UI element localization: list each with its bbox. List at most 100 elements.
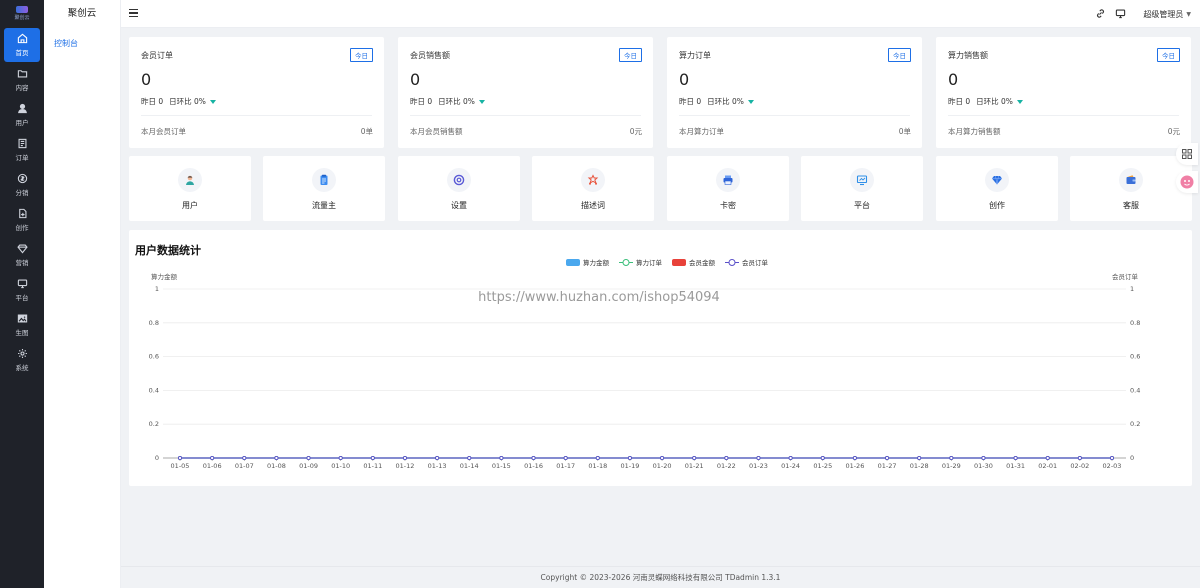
rail-item-2[interactable]: 用户: [4, 98, 40, 132]
link-icon[interactable]: [1095, 8, 1106, 19]
x-tick-label: 01-16: [524, 462, 543, 470]
printer-icon: [716, 168, 740, 192]
tile-label: 描述词: [581, 201, 605, 210]
legend-label: 算力金额: [583, 258, 610, 267]
series-point: [692, 455, 697, 461]
quick-tile[interactable]: 描述词: [532, 156, 654, 221]
month-label: 本月算力订单: [679, 127, 724, 136]
quick-tile[interactable]: 设置: [398, 156, 520, 221]
today-badge[interactable]: 今日: [619, 48, 642, 62]
stat-value: 0: [410, 70, 421, 89]
today-badge[interactable]: 今日: [350, 48, 373, 62]
legend-label: 会员订单: [742, 258, 769, 267]
series-point: [210, 455, 215, 461]
series-point: [467, 455, 472, 461]
rail-item-1[interactable]: 内容: [4, 63, 40, 97]
quick-tile[interactable]: 流量主: [263, 156, 385, 221]
stat-value: 0: [948, 70, 959, 89]
assistant-widget-icon[interactable]: [1176, 171, 1198, 193]
quick-tile[interactable]: 用户: [129, 156, 251, 221]
series-point: [1013, 455, 1018, 461]
y-right-tick-label: 0.4: [1130, 386, 1140, 394]
series-point: [370, 455, 375, 461]
rail-item-label: 内容: [15, 84, 29, 92]
grid-widget-icon[interactable]: [1176, 143, 1198, 165]
x-tick-label: 02-02: [1070, 462, 1089, 470]
rail-item-label: 分销: [15, 189, 29, 197]
y-right-tick-label: 1: [1130, 285, 1134, 293]
y-right-tick-label: 0.2: [1130, 420, 1140, 428]
series-point: [242, 455, 247, 461]
monitor-icon[interactable]: [1115, 8, 1126, 19]
app-logo[interactable]: 聚创云: [0, 0, 44, 26]
day-ratio: 日环比 0%: [707, 97, 744, 106]
x-tick-label: 01-08: [267, 462, 286, 470]
rail-item-4[interactable]: 分销: [4, 168, 40, 202]
top-header: 超级管理员 ▼: [121, 0, 1200, 28]
rail-item-5[interactable]: 创作: [4, 203, 40, 237]
quick-tile[interactable]: 创作: [936, 156, 1058, 221]
stat-card: 算力销售额 今日 0 昨日 0 日环比 0% 本月算力销售额 0元: [936, 37, 1191, 148]
rail-item-6[interactable]: 营销: [4, 238, 40, 272]
menu-toggle-icon[interactable]: [129, 9, 138, 18]
stat-value: 0: [679, 70, 690, 89]
rail-item-label: 创作: [15, 224, 29, 232]
order-icon: [18, 138, 26, 149]
series-point: [402, 455, 408, 461]
x-tick-label: 01-28: [910, 462, 929, 470]
x-tick-label: 01-06: [203, 462, 222, 470]
rail-item-8[interactable]: 生图: [4, 308, 40, 342]
tile-label: 设置: [451, 201, 467, 210]
rail-item-label: 平台: [15, 294, 29, 302]
rail-item-7[interactable]: 平台: [4, 273, 40, 307]
x-tick-label: 01-07: [235, 462, 254, 470]
x-tick-label: 01-19: [620, 462, 639, 470]
copyright-text: Copyright © 2023-2026 河南灵蝶网络科技有限公司 TDadm…: [540, 573, 781, 582]
secondary-sidebar: 聚创云 控制台: [44, 0, 121, 588]
rail-item-0[interactable]: 首页: [4, 28, 40, 62]
tile-label: 创作: [989, 201, 1005, 210]
month-label: 本月会员销售额: [410, 127, 463, 136]
image-icon: [17, 314, 27, 323]
y-left-tick-label: 0.2: [149, 420, 159, 428]
y-left-tick-label: 0.8: [149, 319, 159, 327]
subnav-item-dashboard[interactable]: 控制台: [44, 38, 120, 49]
series-point: [435, 455, 440, 461]
x-tick-label: 01-05: [171, 462, 190, 470]
series-point: [274, 455, 279, 461]
monitor-icon: [17, 279, 27, 289]
x-tick-label: 01-30: [974, 462, 993, 470]
logo-text: 聚创云: [14, 14, 30, 21]
divider: [679, 115, 910, 116]
x-tick-label: 02-01: [1038, 462, 1057, 470]
x-tick-label: 01-23: [749, 462, 768, 470]
x-tick-label: 01-24: [781, 462, 800, 470]
x-tick-label: 01-11: [363, 462, 382, 470]
series-point: [499, 455, 504, 461]
watermark-text: https://www.huzhan.com/ishop54094: [478, 290, 720, 305]
series-point: [788, 455, 793, 461]
icon-rail: 聚创云 首页内容用户订单分销创作营销平台生图系统: [0, 0, 44, 588]
quick-tile[interactable]: 卡密: [667, 156, 789, 221]
y-left-axis-label: 算力金额: [151, 272, 178, 281]
y-left-tick-label: 1: [155, 285, 159, 293]
rail-item-3[interactable]: 订单: [4, 133, 40, 167]
today-badge[interactable]: 今日: [1157, 48, 1180, 62]
quick-tile[interactable]: 客服: [1070, 156, 1192, 221]
today-badge[interactable]: 今日: [888, 48, 911, 62]
distribution-icon: [17, 173, 27, 184]
rail-item-9[interactable]: 系统: [4, 343, 40, 377]
month-value: 0单: [360, 127, 373, 136]
series-point: [884, 455, 890, 461]
legend-swatch: [566, 259, 580, 266]
user-stats-chart-panel: 用户数据统计 0 0 0.2 0.2 0.4 0.4 0.6 0.6 0.8 0.8 1 1 算力金额会…: [129, 230, 1192, 486]
x-tick-label: 02-03: [1103, 462, 1122, 470]
legend-label: 算力订单: [636, 258, 663, 267]
rail-item-label: 系统: [15, 364, 29, 372]
quick-tile[interactable]: 平台: [801, 156, 923, 221]
x-tick-label: 01-18: [588, 462, 607, 470]
rail-item-label: 订单: [15, 154, 29, 162]
stat-card: 会员销售额 今日 0 昨日 0 日环比 0% 本月会员销售额 0元: [398, 37, 653, 148]
user-menu[interactable]: 超级管理员 ▼: [1143, 9, 1191, 20]
x-tick-label: 01-13: [428, 462, 447, 470]
